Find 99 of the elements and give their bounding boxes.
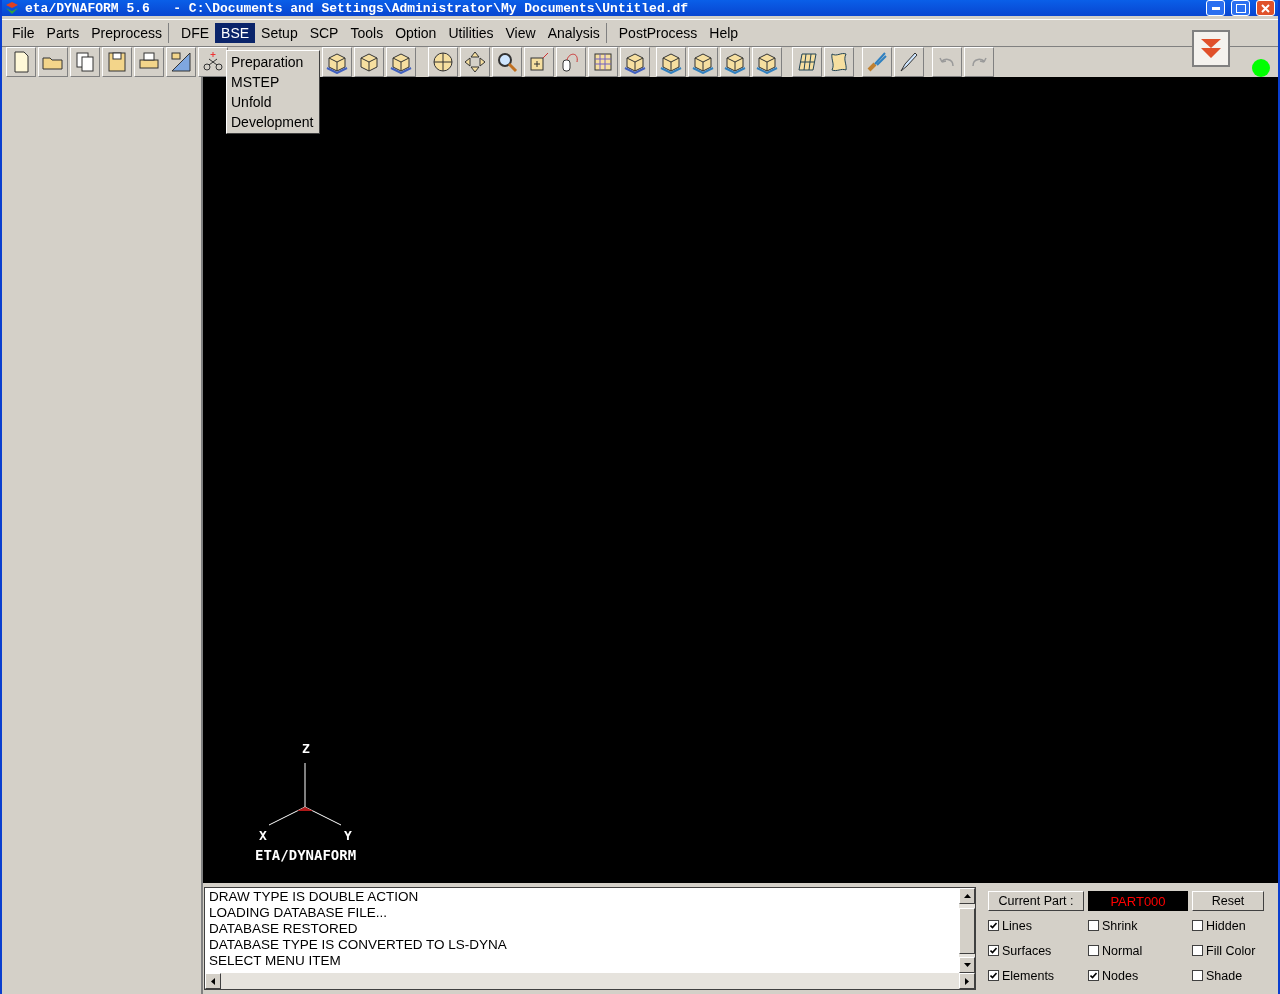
checkbox-label: Fill Color — [1206, 943, 1256, 958]
log-line: DATABASE TYPE IS CONVERTED TO LS-DYNA — [209, 937, 508, 953]
right-arrow-icon — [965, 977, 969, 985]
current-part-button[interactable]: Current Part : — [988, 891, 1084, 911]
save-icon — [105, 50, 129, 74]
toolbar-button[interactable] — [824, 47, 854, 77]
close-button[interactable] — [1256, 0, 1275, 17]
toolbar-button[interactable] — [322, 47, 352, 77]
log-line: LOADING DATABASE FILE... — [209, 905, 389, 921]
toolbar-button[interactable] — [720, 47, 750, 77]
menu-item[interactable]: Analysis — [541, 23, 607, 44]
double-chevron-icon — [1200, 36, 1222, 61]
menu-item[interactable]: Help — [703, 23, 745, 44]
menu-item[interactable]: File — [6, 23, 41, 44]
app-logo-icon — [5, 2, 19, 15]
axis-label: X — [259, 828, 267, 843]
mesh-surface-icon — [795, 50, 819, 74]
log-line: SELECT MENU ITEM — [209, 953, 342, 969]
minimize-button[interactable] — [1206, 0, 1225, 17]
checkbox[interactable] — [1088, 945, 1099, 956]
maximize-button[interactable] — [1231, 0, 1250, 17]
minimize-icon — [1211, 6, 1220, 10]
scroll-thumb[interactable] — [959, 907, 975, 954]
menu-item[interactable]: View — [499, 23, 542, 44]
checkbox-label: Shrink — [1102, 918, 1138, 933]
checkbox[interactable] — [988, 945, 999, 956]
scissors-icon — [201, 50, 225, 74]
menu-item[interactable]: Utilities — [442, 23, 500, 44]
zoom-box-icon — [527, 50, 551, 74]
checkbox[interactable] — [988, 970, 999, 981]
toolbar-button[interactable] — [752, 47, 782, 77]
menu-item[interactable]: Parts — [40, 23, 86, 44]
scroll-right-button[interactable] — [959, 973, 975, 989]
menu-item[interactable]: Option — [389, 23, 443, 44]
toolbar-button[interactable] — [428, 47, 458, 77]
magnifier-icon — [495, 50, 519, 74]
axis-label: Y — [344, 828, 352, 843]
current-part-field: PART000 — [1088, 891, 1188, 911]
log-line: DATABASE RESTORED — [209, 921, 359, 937]
up-arrow-icon — [963, 894, 971, 898]
menu-option[interactable]: Preparation — [227, 52, 319, 72]
window-title: eta/DYNAFORM 5.6 - C:\Documents and Settings\Administrator\My Documents\Untitled.df — [25, 0, 690, 16]
menu-item[interactable]: Tools — [344, 23, 390, 44]
checkbox[interactable] — [1192, 945, 1203, 956]
toolbar-button[interactable] — [492, 47, 522, 77]
left-arrow-icon — [211, 977, 215, 985]
toolbar-button[interactable] — [688, 47, 718, 77]
log-line: DRAW TYPE IS DOUBLE ACTION — [209, 889, 420, 905]
checkbox-label: Shade — [1206, 968, 1243, 983]
menu-item[interactable]: PostProcess — [612, 23, 704, 44]
menu-option[interactable]: MSTEP — [227, 72, 319, 92]
axis-triad-drawing — [269, 763, 341, 827]
scroll-left-button[interactable] — [205, 973, 221, 989]
toolbar-button[interactable] — [386, 47, 416, 77]
status-indicator — [1252, 59, 1270, 77]
grid-icon — [591, 50, 615, 74]
checkbox-label: Hidden — [1206, 918, 1246, 933]
checkbox-label: Elements — [1002, 968, 1055, 983]
move-arrows-icon — [463, 50, 487, 74]
toolbar-button[interactable] — [792, 47, 822, 77]
menu-item[interactable]: Preprocess — [85, 23, 170, 44]
toolbar-button[interactable] — [354, 47, 384, 77]
toolbar-button[interactable] — [460, 47, 490, 77]
checkbox-label: Normal — [1102, 943, 1143, 958]
menu-item[interactable]: Setup — [255, 23, 304, 44]
toolbar-button[interactable] — [134, 47, 164, 77]
toolbar-button[interactable] — [198, 47, 228, 77]
menu-item[interactable]: DFE — [175, 23, 216, 44]
checkbox[interactable] — [1192, 970, 1203, 981]
checkbox-label: Lines — [1002, 918, 1032, 933]
horizontal-scrollbar[interactable] — [205, 973, 975, 989]
viewport-logo-text: ETA/DYNAFORM — [255, 847, 357, 863]
checkbox[interactable] — [1192, 920, 1203, 931]
brush-icon — [865, 50, 889, 74]
scroll-up-button[interactable] — [959, 888, 975, 904]
checkbox[interactable] — [1088, 920, 1099, 931]
toolbar-button[interactable] — [620, 47, 650, 77]
vertical-scrollbar[interactable] — [959, 888, 975, 973]
down-arrow-icon — [963, 963, 971, 967]
checkbox-label: Surfaces — [1002, 943, 1052, 958]
triangle-icon — [169, 50, 193, 74]
toolbar-button[interactable] — [166, 47, 196, 77]
toolbar-button[interactable] — [656, 47, 686, 77]
toolbar-button[interactable] — [894, 47, 924, 77]
menu-item[interactable]: SCP — [303, 23, 345, 44]
copy-icon — [73, 50, 97, 74]
axis-label: Z — [302, 741, 310, 756]
sphere-icon — [431, 50, 455, 74]
close-icon — [1261, 3, 1270, 13]
checkbox[interactable] — [1088, 970, 1099, 981]
expand-button[interactable] — [1192, 30, 1230, 67]
menu-option[interactable]: Unfold — [227, 92, 319, 112]
checkbox-label: Nodes — [1102, 968, 1139, 983]
reset-button[interactable]: Reset — [1192, 891, 1264, 911]
scroll-down-button[interactable] — [959, 957, 975, 973]
maximize-icon — [1235, 3, 1246, 13]
menu-item[interactable]: BSE — [215, 23, 256, 44]
menu-option[interactable]: Development — [227, 112, 319, 132]
checkbox[interactable] — [988, 920, 999, 931]
